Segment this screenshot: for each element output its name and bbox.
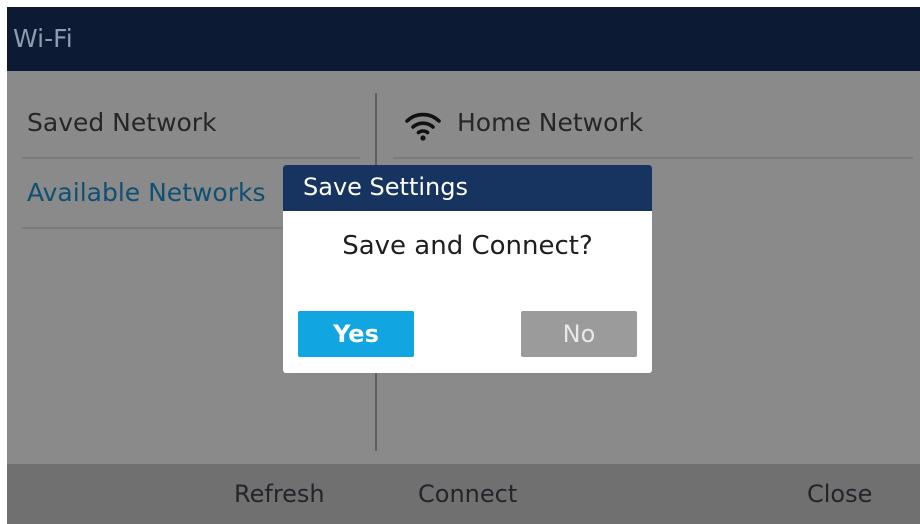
network-name: Home Network xyxy=(457,108,644,137)
dialog-title: Save Settings xyxy=(283,165,652,211)
no-button[interactable]: No xyxy=(521,311,637,357)
softkey-bar: Refresh Connect Close xyxy=(7,464,920,524)
save-settings-dialog: Save Settings Save and Connect? Yes No xyxy=(283,165,652,373)
menu-item-label: Saved Network xyxy=(27,108,217,137)
menu-item-label: Available Networks xyxy=(27,178,266,207)
title-bar: Wi-Fi xyxy=(7,7,920,71)
connect-softkey[interactable]: Connect xyxy=(418,464,517,524)
wifi-screen: Wi-Fi Saved Network Available Networks H… xyxy=(7,7,920,524)
wifi-icon xyxy=(405,112,441,141)
refresh-softkey[interactable]: Refresh xyxy=(234,464,325,524)
yes-button[interactable]: Yes xyxy=(298,311,414,357)
menu-item-saved-network[interactable]: Saved Network xyxy=(22,89,360,159)
network-list-item[interactable]: Home Network xyxy=(393,89,913,159)
close-softkey[interactable]: Close xyxy=(807,464,872,524)
dialog-message: Save and Connect? xyxy=(342,231,593,261)
page-title: Wi-Fi xyxy=(13,24,73,53)
